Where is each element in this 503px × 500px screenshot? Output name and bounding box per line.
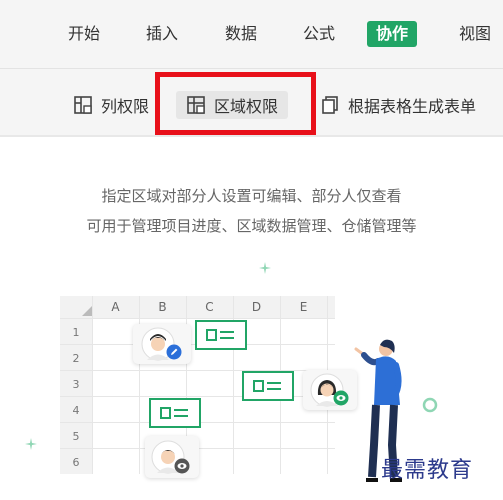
row-header-2: 2 (72, 352, 80, 365)
row-header-4: 4 (72, 404, 80, 417)
menu-item-data[interactable]: 数据 (225, 22, 257, 46)
viewer-permission-card (145, 436, 199, 478)
column-permission-icon (74, 96, 92, 114)
menu-item-formula[interactable]: 公式 (303, 22, 335, 46)
menu-item-view[interactable]: 视图 (459, 22, 491, 46)
column-header-d: D (251, 300, 262, 314)
column-permission-label: 列权限 (101, 97, 150, 116)
column-permission-button[interactable]: 列权限 (73, 91, 149, 119)
column-header-c: C (205, 300, 214, 314)
range-highlight (149, 398, 201, 428)
description-line-2: 可用于管理项目进度、区域数据管理、仓储管理等 (86, 217, 417, 235)
menu-item-start[interactable]: 开始 (68, 22, 100, 46)
edit-badge-icon (166, 344, 182, 360)
column-header-e: E (299, 300, 308, 314)
highlight-box (155, 72, 316, 135)
watermark: 最需教育 (381, 458, 474, 483)
range-highlight (242, 371, 294, 401)
grid-line (60, 318, 335, 319)
column-header-b: B (158, 300, 167, 314)
row-header-3: 3 (72, 378, 80, 391)
field-marker-icon (160, 407, 188, 419)
generate-form-button[interactable]: 根据表格生成表单 (320, 91, 476, 119)
menu-item-insert[interactable]: 插入 (146, 22, 178, 46)
field-marker-icon (253, 380, 281, 392)
view-badge-icon (174, 458, 190, 474)
column-header-a: A (111, 300, 120, 314)
editor-permission-card (133, 324, 191, 364)
range-highlight (195, 320, 247, 350)
circle-decoration-icon (422, 397, 438, 413)
viewer-permission-card (303, 370, 357, 410)
sparkle-icon (259, 262, 271, 274)
menu-item-collaborate[interactable]: 协作 (367, 21, 418, 47)
view-badge-icon (333, 390, 349, 406)
menu-bar: 开始 插入 数据 公式 协作 视图 (0, 0, 503, 68)
row-header-1: 1 (72, 326, 80, 339)
row-header-5: 5 (72, 430, 80, 443)
toolbar-divider (0, 135, 503, 137)
generate-form-icon (322, 96, 338, 114)
row-header-6: 6 (72, 456, 80, 469)
sparkle-icon (25, 438, 37, 450)
description-line-1: 指定区域对部分人设置可编辑、部分人仅查看 (101, 187, 402, 205)
generate-form-label: 根据表格生成表单 (348, 97, 477, 116)
select-all-corner-icon (82, 306, 92, 316)
field-marker-icon (206, 329, 234, 341)
